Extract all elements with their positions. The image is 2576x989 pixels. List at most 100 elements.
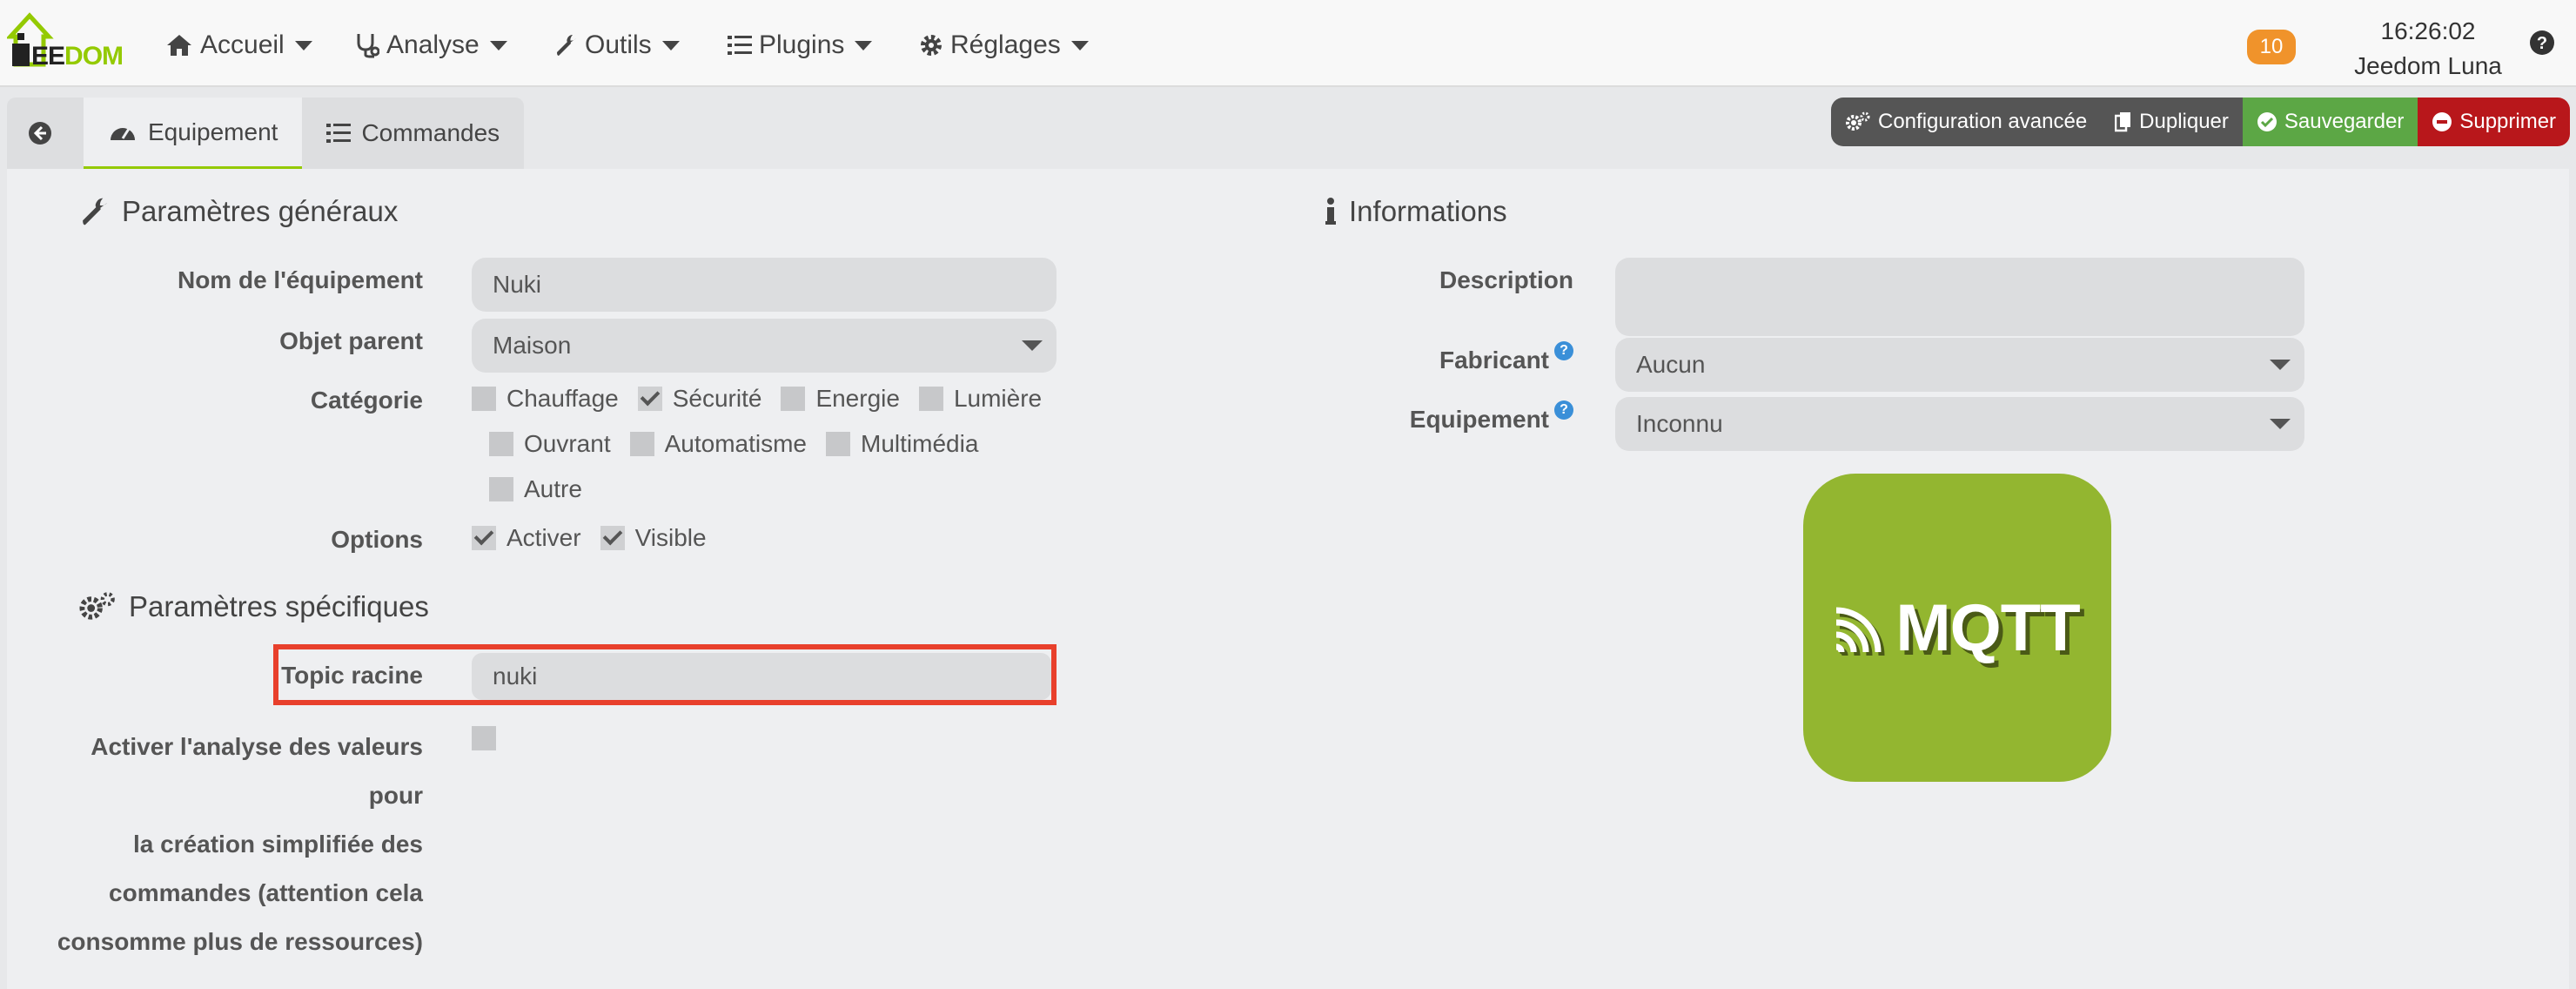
question-circle-icon[interactable]: ?: [1554, 400, 1573, 420]
notification-badge[interactable]: 10: [2247, 30, 2296, 64]
category-autre[interactable]: Autre: [489, 475, 582, 503]
checkbox[interactable]: [629, 432, 654, 456]
description-textarea[interactable]: [1615, 258, 2304, 336]
nav-analyse-label: Analyse: [386, 30, 480, 59]
clock-time: 16:26:02: [2380, 17, 2476, 44]
manufacturer-label: Fabricant: [1439, 346, 1549, 373]
equipment-name-input[interactable]: Nuki: [472, 258, 1057, 312]
category-chauffage[interactable]: Chauffage: [472, 385, 619, 413]
nav-plugins-label: Plugins: [759, 30, 845, 59]
nav-outils[interactable]: Outils: [553, 26, 680, 64]
category-row-2: Ouvrant Automatisme Multimédia: [489, 430, 997, 458]
parent-label: Objet parent: [279, 327, 423, 354]
checkbox-checked[interactable]: [600, 526, 625, 550]
option-activer[interactable]: Activer: [472, 524, 581, 552]
nav-reglages-label: Réglages: [950, 30, 1061, 59]
question-circle-icon[interactable]: ?: [1554, 341, 1573, 360]
duplicate-label: Dupliquer: [2139, 110, 2229, 133]
svg-text:?: ?: [2537, 34, 2547, 53]
device-label: Equipement: [1409, 406, 1549, 433]
signal-waves-icon: [1835, 607, 1885, 656]
category-label: Catégorie: [310, 387, 423, 414]
tachometer-icon: [111, 127, 135, 140]
device-select[interactable]: Inconnu: [1615, 397, 2304, 451]
gear-icon: [921, 35, 942, 56]
chevron-down-icon: [1022, 340, 1043, 351]
advanced-config-button[interactable]: Configuration avancée: [1831, 98, 2102, 146]
checkbox[interactable]: [489, 432, 513, 456]
checkbox[interactable]: [472, 387, 496, 411]
equipment-panel: Paramètres généraux Nom de l'équipement …: [7, 169, 2569, 989]
options-label: Options: [331, 526, 423, 553]
nav-reglages[interactable]: Réglages: [919, 26, 1089, 64]
advanced-config-label: Configuration avancée: [1878, 110, 2088, 133]
checkbox[interactable]: [489, 477, 513, 501]
list-icon: [326, 124, 352, 143]
tab-equipement-label: Equipement: [148, 118, 278, 145]
nav-plugins[interactable]: Plugins: [728, 26, 873, 64]
category-automatisme[interactable]: Automatisme: [629, 430, 807, 458]
analysis-label: Activer l'analyse des valeurs pour la cr…: [57, 733, 423, 955]
top-navbar: EEDOM Accueil Analyse Outils Plugins Rég…: [0, 0, 2576, 87]
checkbox[interactable]: [918, 387, 943, 411]
parent-object-value: Maison: [493, 332, 572, 359]
nav-accueil-label: Accueil: [200, 30, 285, 59]
highlight-annotation: [273, 644, 1057, 705]
stethoscope-icon: [357, 34, 379, 58]
nav-outils-label: Outils: [585, 30, 652, 59]
general-section-title: Paramètres généraux: [78, 195, 398, 228]
manufacturer-value: Aucun: [1636, 351, 1706, 378]
list-icon: [728, 36, 752, 55]
help-icon[interactable]: ?: [2529, 30, 2555, 60]
copy-icon: [2115, 112, 2131, 132]
save-label: Sauvegarder: [2284, 110, 2405, 133]
category-row-1: Chauffage Sécurité Energie Lumière: [472, 385, 1061, 413]
tab-commandes-label: Commandes: [361, 119, 500, 146]
mqtt-logo-text: MQTT: [1895, 590, 2080, 665]
jeedom-logo[interactable]: EEDOM: [5, 10, 129, 71]
save-button[interactable]: Sauvegarder: [2242, 98, 2418, 146]
info-icon: [1325, 198, 1336, 225]
delete-button[interactable]: Supprimer: [2418, 98, 2571, 146]
checkbox-checked[interactable]: [472, 526, 496, 550]
description-label: Description: [1439, 266, 1573, 293]
cogs-icon: [79, 592, 115, 620]
logo-text: EEDOM: [31, 42, 124, 71]
category-lumiere[interactable]: Lumière: [918, 385, 1042, 413]
checkbox[interactable]: [826, 432, 851, 456]
device-value: Inconnu: [1636, 410, 1723, 437]
specific-section-title: Paramètres spécifiques: [78, 590, 429, 623]
home-icon: [167, 35, 191, 56]
category-securite[interactable]: Sécurité: [637, 385, 761, 413]
analysis-checkbox-row: [472, 726, 506, 750]
parent-object-select[interactable]: Maison: [472, 319, 1057, 373]
mqtt-plugin-logo: MQTT: [1803, 474, 2111, 782]
checkbox[interactable]: [781, 387, 806, 411]
chevron-down-icon: [2270, 360, 2291, 370]
tab-equipement[interactable]: Equipement: [84, 98, 303, 169]
tab-commandes[interactable]: Commandes: [302, 98, 525, 169]
back-button[interactable]: [7, 98, 84, 169]
user-name: Jeedom Luna: [2354, 52, 2502, 79]
manufacturer-select[interactable]: Aucun: [1615, 338, 2304, 392]
cogs-icon: [1846, 111, 1870, 131]
nav-accueil[interactable]: Accueil: [165, 26, 312, 64]
delete-label: Supprimer: [2459, 110, 2557, 133]
equipment-tabs: Equipement Commandes: [7, 98, 525, 169]
action-buttons: Configuration avancée Dupliquer Sauvegar…: [1831, 98, 2571, 146]
wrench-icon: [557, 35, 576, 56]
wrench-icon: [83, 198, 108, 225]
nav-analyse[interactable]: Analyse: [355, 26, 507, 64]
info-section-title: Informations: [1325, 195, 1507, 228]
category-energie[interactable]: Energie: [781, 385, 900, 413]
category-ouvrant[interactable]: Ouvrant: [489, 430, 611, 458]
checkbox-checked[interactable]: [637, 387, 662, 411]
option-visible[interactable]: Visible: [600, 524, 707, 552]
duplicate-button[interactable]: Dupliquer: [2101, 98, 2243, 146]
chevron-down-icon: [2270, 419, 2291, 429]
analysis-checkbox[interactable]: [472, 726, 496, 750]
clock-user[interactable]: 16:26:02 Jeedom Luna: [2350, 14, 2506, 84]
options-row: Activer Visible: [472, 524, 726, 552]
minus-circle-icon: [2432, 112, 2452, 131]
category-multimedia[interactable]: Multimédia: [826, 430, 978, 458]
